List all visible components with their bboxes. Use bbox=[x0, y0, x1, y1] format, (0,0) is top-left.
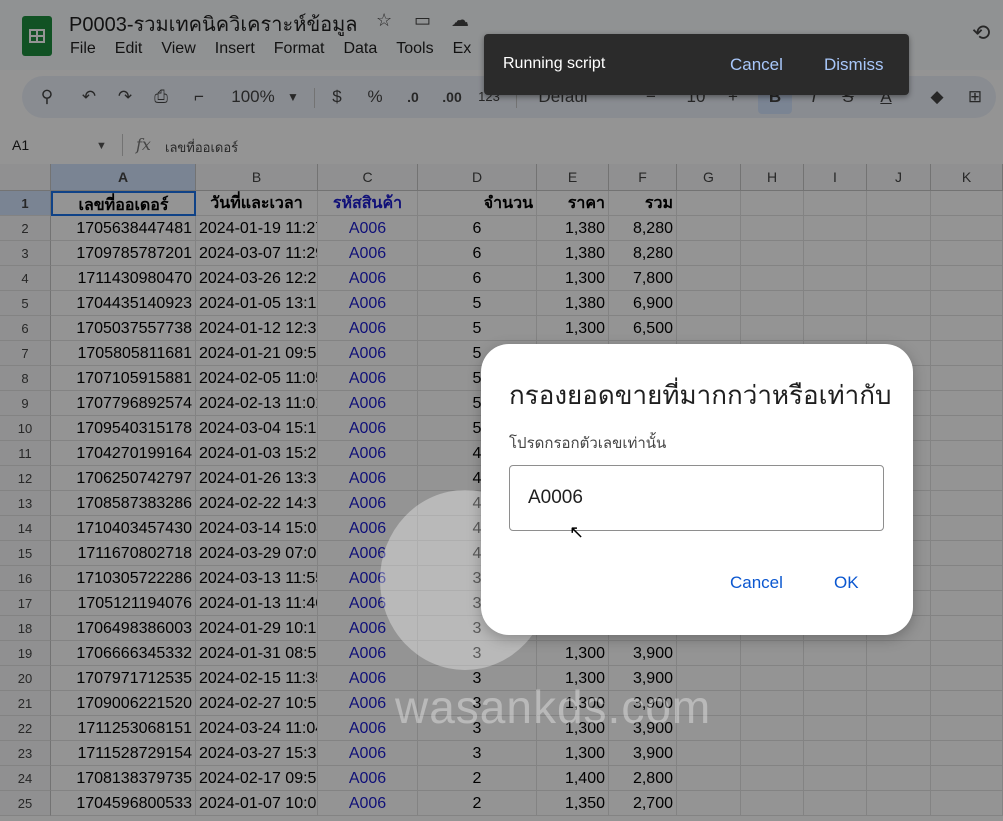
snackbar-dismiss-button[interactable]: Dismiss bbox=[824, 55, 884, 75]
dialog-message: โปรดกรอกตัวเลขเท่านั้น bbox=[509, 435, 667, 452]
dialog-ok-button[interactable]: OK bbox=[834, 573, 859, 593]
snackbar-message: Running script bbox=[503, 55, 606, 72]
snackbar-cancel-button[interactable]: Cancel bbox=[730, 55, 783, 75]
dialog-cancel-button[interactable]: Cancel bbox=[730, 573, 783, 593]
mouse-cursor-icon: ↖ bbox=[569, 522, 585, 542]
dialog-title: กรองยอดขายที่มากกว่าหรือเท่ากับ bbox=[509, 380, 892, 410]
watermark-text: wasankds.com bbox=[395, 681, 712, 733]
dialog-input-field[interactable] bbox=[509, 465, 884, 531]
